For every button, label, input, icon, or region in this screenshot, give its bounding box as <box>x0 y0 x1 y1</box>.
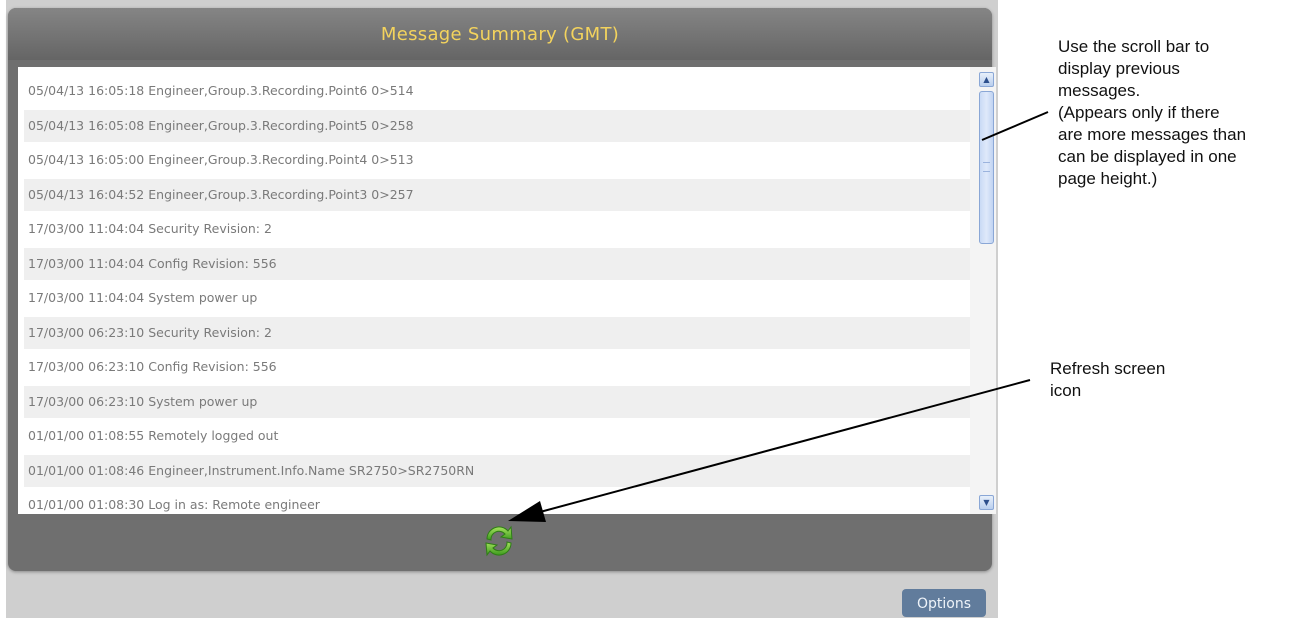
arrowhead-icon <box>508 501 546 522</box>
refresh-callout-line <box>539 379 1031 513</box>
scrollbar-callout-line <box>981 111 1049 141</box>
annotation-arrows <box>508 111 1049 522</box>
